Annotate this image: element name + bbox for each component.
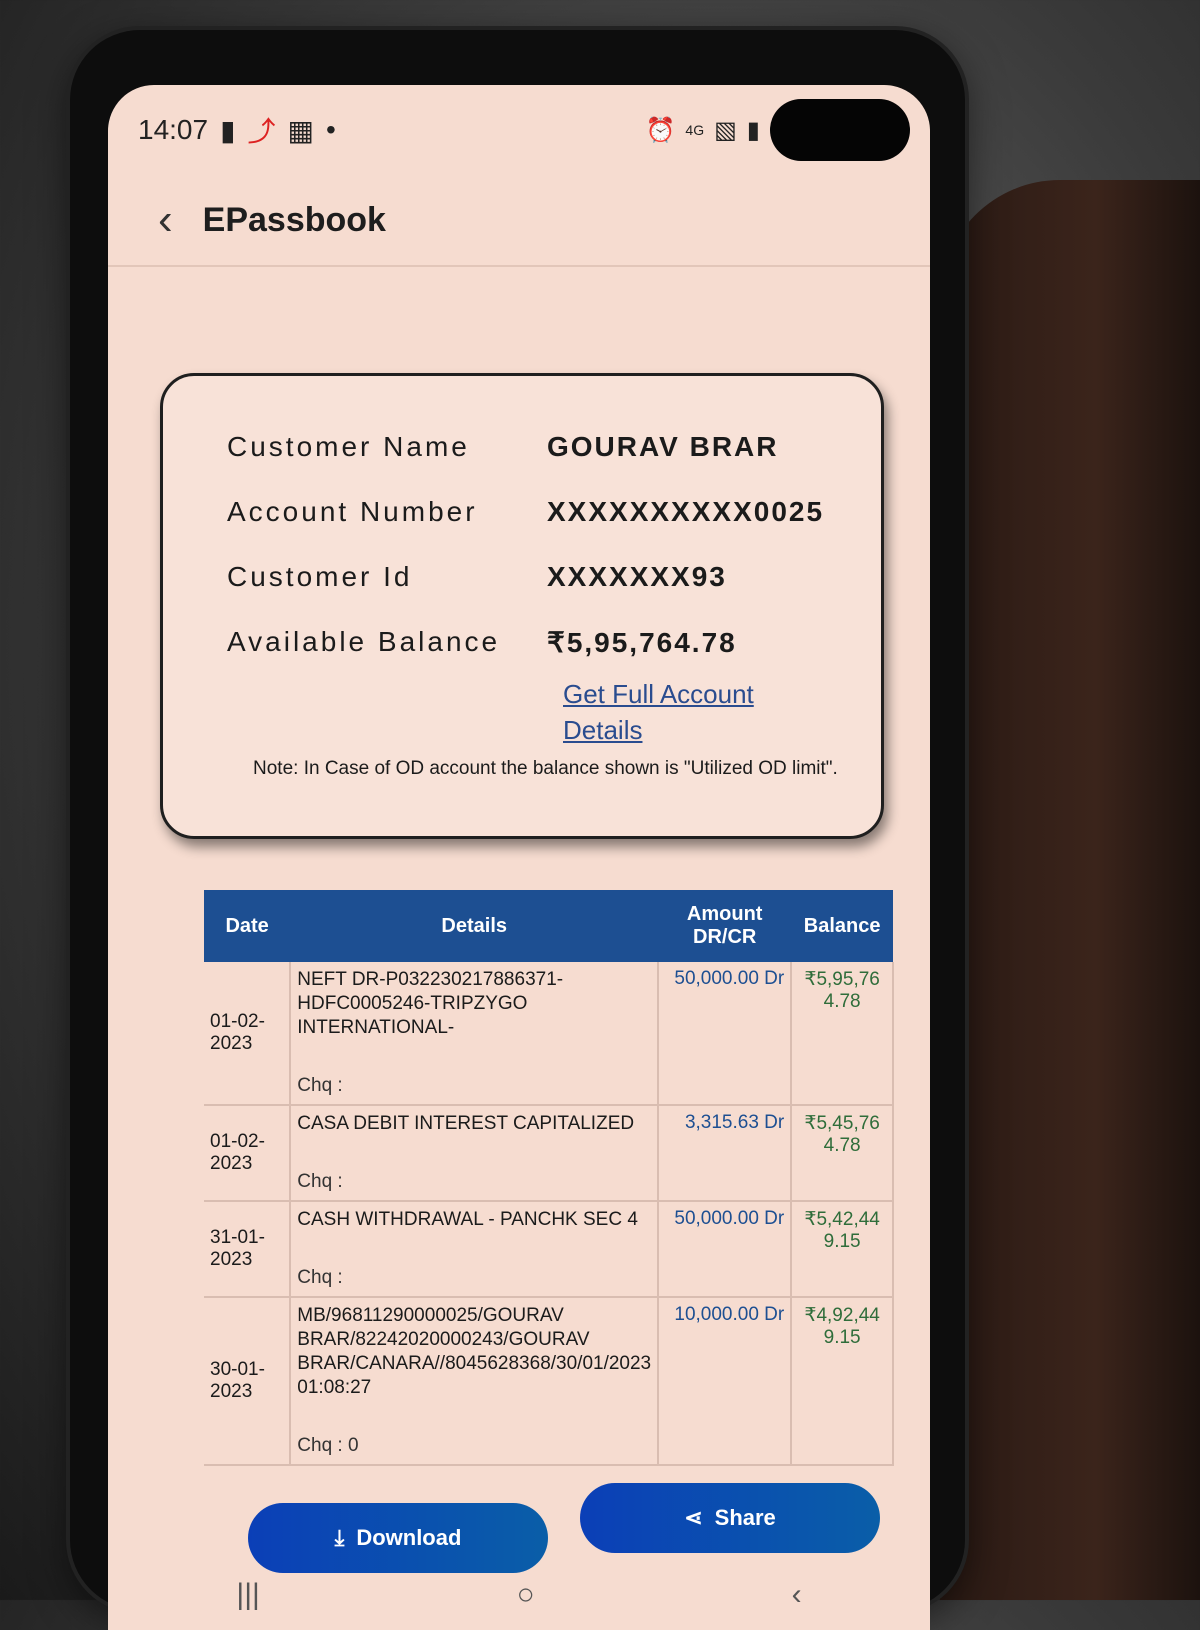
table-row: 01-02-2023 CASA DEBIT INTEREST CAPITALIZ… [204, 1105, 894, 1202]
row-details-text: MB/96811290000025/GOURAV BRAR/8224202000… [297, 1305, 652, 1398]
row-details: CASH WITHDRAWAL - PANCHK SEC 4 Chq : [290, 1201, 660, 1298]
alarm-icon: ⏰ [645, 116, 676, 144]
row-chq: Chq : [297, 1267, 343, 1288]
table-row: 30-01-2023 MB/96811290000025/GOURAV BRAR… [204, 1297, 894, 1466]
download-label: Download [356, 1525, 462, 1550]
row-details-text: CASH WITHDRAWAL - PANCHK SEC 4 [297, 1209, 638, 1230]
row-balance: ₹5,95,764.78 [791, 962, 894, 1106]
available-balance-value: ₹5,95,764.78 [547, 627, 737, 658]
row-date: 01-02-2023 [204, 1105, 292, 1202]
status-bar: 14:07 ▮ ⤴ ▦ • ⏰ 4G ▧ ▮ [108, 85, 930, 175]
account-number-row: Account Number XXXXXXXXXX0025 [227, 496, 824, 528]
table-row: 31-01-2023 CASH WITHDRAWAL - PANCHK SEC … [204, 1201, 894, 1298]
home-icon[interactable]: ○ [517, 1578, 535, 1612]
status-left: 14:07 ▮ ⤴ ▦ • [138, 110, 336, 150]
available-balance-row: Available Balance ₹5,95,764.78 [227, 626, 737, 659]
row-chq: Chq : [297, 1075, 343, 1096]
row-amount: 10,000.00 Dr [658, 1297, 793, 1466]
header-balance: Balance [791, 890, 893, 962]
row-date: 01-02-2023 [204, 962, 292, 1106]
row-chq: Chq : [297, 1171, 343, 1192]
transactions-table: Date Details Amount DR/CR Balance 01-02-… [204, 890, 894, 1466]
account-number-label: Account Number [227, 496, 478, 527]
share-icon: ⋖ [684, 1505, 703, 1530]
dot-icon: • [325, 114, 336, 145]
recents-icon[interactable]: ||| [236, 1578, 259, 1612]
back-icon[interactable]: ‹ [158, 195, 173, 245]
app-bar: ‹ EPassbook [108, 175, 930, 267]
customer-name-label: Customer Name [227, 431, 470, 462]
customer-id-label: Customer Id [227, 561, 413, 592]
row-amount: 3,315.63 Dr [658, 1105, 793, 1202]
network-label: 4G [685, 122, 705, 138]
row-amount: 50,000.00 Dr [658, 962, 793, 1106]
android-nav-bar: ||| ○ ‹ [108, 1560, 930, 1630]
share-button[interactable]: ⋖ Share [580, 1483, 880, 1553]
download-icon: ⤓ [334, 1525, 345, 1550]
hand [940, 180, 1200, 1600]
row-amount: 50,000.00 Dr [658, 1201, 793, 1298]
row-details-text: CASA DEBIT INTEREST CAPITALIZED [297, 1113, 635, 1134]
account-number-value: XXXXXXXXXX0025 [547, 496, 825, 527]
row-chq: Chq : 0 [297, 1435, 359, 1456]
nav-back-icon[interactable]: ‹ [792, 1578, 802, 1612]
row-balance: ₹5,42,449.15 [791, 1201, 894, 1298]
table-row: 01-02-2023 NEFT DR-P032230217886371-HDFC… [204, 962, 894, 1106]
table-header-row: Date Details Amount DR/CR Balance [204, 890, 893, 962]
customer-name-value: GOURAV BRAR [547, 431, 779, 462]
signal-icon: ▧ [714, 116, 737, 144]
camera-cutout [770, 99, 910, 161]
row-details: MB/96811290000025/GOURAV BRAR/8224202000… [290, 1297, 660, 1466]
row-details: CASA DEBIT INTEREST CAPITALIZED Chq : [290, 1105, 660, 1202]
battery-icon: ▮ [746, 116, 760, 144]
chat-icon: ▮ [220, 114, 236, 146]
customer-name-row: Customer Name GOURAV BRAR [227, 431, 778, 463]
row-details: NEFT DR-P032230217886371-HDFC0005246-TRI… [290, 962, 660, 1106]
customer-id-value: XXXXXXX93 [547, 561, 727, 592]
header-amount: Amount DR/CR [658, 890, 792, 962]
row-details-text: NEFT DR-P032230217886371-HDFC0005246-TRI… [297, 969, 564, 1038]
row-balance: ₹4,92,449.15 [791, 1297, 894, 1466]
airtel-icon: ⤴ [247, 116, 276, 147]
customer-id-row: Customer Id XXXXXXX93 [227, 561, 727, 593]
available-balance-label: Available Balance [227, 626, 501, 657]
status-time: 14:07 [138, 114, 209, 145]
phone-frame: 14:07 ▮ ⤴ ▦ • ⏰ 4G ▧ ▮ ‹ EPassbook Custo… [70, 30, 965, 1630]
od-note: Note: In Case of OD account the balance … [253, 758, 838, 779]
status-right: ⏰ 4G ▧ ▮ [645, 99, 910, 161]
calendar-icon: ▦ [287, 114, 314, 146]
full-account-details-link[interactable]: Get Full Account Details [563, 676, 783, 748]
page-title: EPassbook [202, 200, 386, 239]
share-label: Share [714, 1505, 776, 1530]
row-balance: ₹5,45,764.78 [791, 1105, 894, 1202]
row-date: 31-01-2023 [204, 1201, 292, 1298]
header-date: Date [204, 890, 291, 962]
account-card: Customer Name GOURAV BRAR Account Number… [160, 373, 884, 839]
row-date: 30-01-2023 [204, 1297, 292, 1466]
header-details: Details [290, 890, 659, 962]
phone-screen: 14:07 ▮ ⤴ ▦ • ⏰ 4G ▧ ▮ ‹ EPassbook Custo… [108, 85, 930, 1630]
